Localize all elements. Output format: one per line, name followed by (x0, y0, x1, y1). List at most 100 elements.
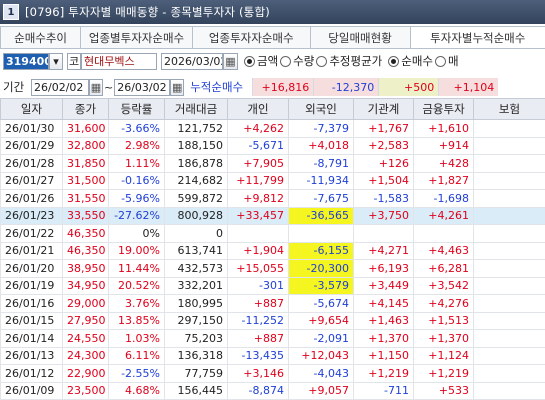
tab-daily-status[interactable]: 당일매매현황 (309, 26, 411, 48)
col-individual[interactable]: 개인 (227, 98, 289, 120)
cell-insurance (473, 224, 545, 243)
cell-individual: -13,435 (227, 346, 289, 365)
col-rate[interactable]: 등락률 (108, 98, 165, 120)
table-row[interactable]: 26/01/27 31,500 -0.16% 214,682 +11,799 -11,93… (0, 171, 545, 190)
table-row[interactable]: 26/01/14 24,550 1.03% 75,203 +887 -2,091 +1,37… (0, 329, 545, 348)
col-financial[interactable]: 금융투자 (413, 98, 474, 120)
cell-rate: 11.44% (108, 259, 165, 278)
investor-table: 일자 종가 등락률 거래대금 개인 외국인 기관계 금융투자 보험 26/01/… (0, 98, 545, 400)
table-row[interactable]: 26/01/29 32,800 2.98% 188,150 -5,671 +4,018 +2… (0, 136, 545, 155)
table-row[interactable]: 26/01/16 29,000 3.76% 180,995 +887 -5,674 +4,1… (0, 294, 545, 313)
cell-financial (413, 224, 474, 243)
cumulative-label: 누적순매수 (190, 80, 244, 94)
tab-trend[interactable]: 순매수추이 (0, 26, 82, 48)
sum-individual: +16,816 (252, 78, 314, 96)
cell-insurance (473, 381, 545, 400)
cell-foreign: -8,791 (288, 154, 354, 173)
col-date[interactable]: 일자 (0, 98, 63, 120)
cell-rate: 6.11% (108, 346, 165, 365)
cell-amount: 156,445 (164, 381, 228, 400)
cell-insurance (473, 241, 545, 260)
cell-close: 24,300 (62, 346, 109, 365)
code-dropdown-icon[interactable]: ▾ (49, 52, 63, 70)
cell-individual: +3,146 (227, 364, 289, 383)
cell-rate: -2.55% (108, 364, 165, 383)
cell-foreign (288, 224, 354, 243)
calendar-from-icon[interactable]: ▦ (89, 78, 103, 96)
cell-date: 26/01/23 (0, 206, 63, 225)
cell-individual: +15,055 (227, 259, 289, 278)
tab-cumulative[interactable]: 투자자별누적순매수 (409, 26, 545, 48)
cell-rate: 2.98% (108, 136, 165, 155)
date-input[interactable]: 2026/03/02 (161, 52, 223, 70)
tab-sector-investor[interactable]: 업종별투자자순매수 (80, 26, 193, 48)
col-close[interactable]: 종가 (62, 98, 109, 120)
cell-rate: -5.96% (108, 189, 165, 208)
cell-institution: +1,370 (353, 329, 414, 348)
cell-foreign: -7,675 (288, 189, 354, 208)
calendar-icon[interactable]: ▦ (223, 52, 238, 70)
col-amount[interactable]: 거래대금 (164, 98, 228, 120)
table-row[interactable]: 26/01/22 46,350 0% 0 (0, 224, 545, 243)
table-row[interactable]: 26/01/15 27,950 13.85% 297,150 -11,252 +9,654… (0, 311, 545, 330)
col-foreign[interactable]: 외국인 (288, 98, 354, 120)
table-row[interactable]: 26/01/30 31,600 -3.66% 121,752 +4,262 -7,379 +… (0, 119, 545, 138)
cell-date: 26/01/14 (0, 329, 63, 348)
period-label: 기간 (3, 80, 25, 94)
cell-amount: 188,150 (164, 136, 228, 155)
cell-foreign: -20,300 (288, 259, 354, 278)
cell-financial: +914 (413, 136, 474, 155)
table-row[interactable]: 26/01/28 31,850 1.11% 186,878 +7,905 -8,791 +1… (0, 154, 545, 173)
cell-foreign: -11,934 (288, 171, 354, 190)
tab-sector-net[interactable]: 업종투자자순매수 (191, 26, 311, 48)
period-to-input[interactable]: 26/03/02 (114, 78, 171, 96)
cell-institution: +2,583 (353, 136, 414, 155)
period-from-input[interactable]: 26/02/02 (31, 78, 89, 96)
radio-quantity[interactable]: 수량 (280, 53, 314, 69)
cell-insurance (473, 119, 545, 138)
cell-foreign: +4,018 (288, 136, 354, 155)
table-row[interactable]: 26/01/26 31,550 -5.96% 599,872 +9,812 -7,675-… (0, 189, 545, 208)
cell-insurance (473, 259, 545, 278)
cell-close: 23,500 (62, 381, 109, 400)
cell-date: 26/01/19 (0, 276, 63, 295)
table-row[interactable]: 26/01/12 22,900 -2.55% 77,759 +3,146 -4,043 +1… (0, 364, 545, 383)
cell-rate: 1.11% (108, 154, 165, 173)
cell-close: 22,900 (62, 364, 109, 383)
cell-rate: 13.85% (108, 311, 165, 330)
radio-net-buy[interactable]: 순매수 (388, 53, 433, 69)
calendar-to-icon[interactable]: ▦ (170, 78, 185, 96)
cell-date: 26/01/29 (0, 136, 63, 155)
cell-close: 46,350 (62, 224, 109, 243)
cell-close: 27,950 (62, 311, 109, 330)
sum-institution: +500 (378, 78, 439, 96)
table-row[interactable]: 26/01/21 46,350 19.00% 613,741 +1,904 -6,155 +… (0, 241, 545, 260)
cell-individual: -5,671 (227, 136, 289, 155)
cell-individual: +4,262 (227, 119, 289, 138)
cell-insurance (473, 276, 545, 295)
market-type: 코 (67, 52, 81, 70)
radio-avg-price[interactable]: 추정평균가 (316, 53, 382, 69)
radio-buy[interactable]: 매 (435, 53, 459, 69)
col-insurance[interactable]: 보험 (473, 98, 545, 120)
cell-rate: -0.16% (108, 171, 165, 190)
table-row[interactable]: 26/01/09 23,500 4.68% 156,445 -8,874 +9,057 -7… (0, 381, 545, 400)
cell-date: 26/01/09 (0, 381, 63, 400)
table-row[interactable]: 26/01/23 33,550 -27.62% 800,928 +33,457 -36,5… (0, 206, 545, 225)
radio-amount[interactable]: 금액 (244, 53, 278, 69)
table-row[interactable]: 26/01/13 24,300 6.11% 136,318 -13,435 +12,043… (0, 346, 545, 365)
cell-individual: +887 (227, 329, 289, 348)
cell-close: 31,550 (62, 189, 109, 208)
cell-close: 24,550 (62, 329, 109, 348)
cell-close: 32,800 (62, 136, 109, 155)
cell-amount: 214,682 (164, 171, 228, 190)
cell-financial: -1,698 (413, 189, 474, 208)
cell-amount: 613,741 (164, 241, 228, 260)
table-row[interactable]: 26/01/20 38,950 11.44% 432,573 +15,055 -20,30… (0, 259, 545, 278)
col-institution[interactable]: 기관계 (353, 98, 414, 120)
cell-amount: 180,995 (164, 294, 228, 313)
window-number-badge: 1 (3, 4, 19, 20)
cell-rate: -3.66% (108, 119, 165, 138)
stock-code-input[interactable]: 319400 (3, 52, 49, 70)
table-row[interactable]: 26/01/19 34,950 20.52% 332,201 -301 -3,579 +3,… (0, 276, 545, 295)
